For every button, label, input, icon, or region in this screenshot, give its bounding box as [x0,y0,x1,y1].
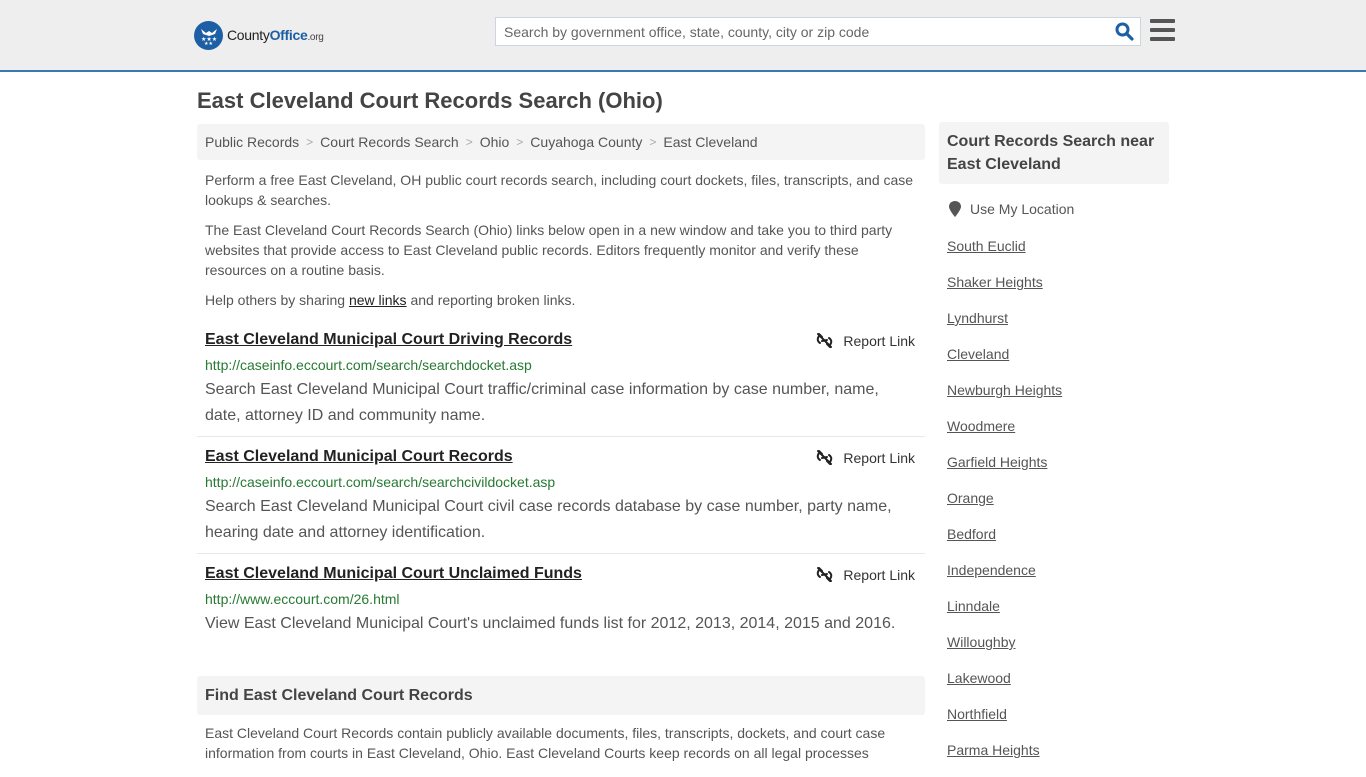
result-title-link[interactable]: East Cleveland Municipal Court Records [205,448,513,466]
breadcrumb: Public Records > Court Records Search > … [197,124,925,160]
broken-link-icon [817,567,833,582]
nearby-list: South Euclid Shaker Heights Lyndhurst Cl… [947,237,1062,777]
nearby-link-independence[interactable]: Independence [947,562,1036,578]
nearby-link-newburgh-heights[interactable]: Newburgh Heights [947,382,1062,398]
report-link-label: Report Link [843,566,915,583]
intro-text: and reporting broken links. [406,292,576,308]
result-item: East Cleveland Municipal Court Unclaimed… [197,565,925,645]
find-records-body: East Cleveland Court Records contain pub… [205,725,886,761]
intro-text: Help others by sharing [205,292,349,308]
nearby-item: Independence [947,561,1062,597]
result-description: View East Cleveland Municipal Court's un… [205,615,896,632]
breadcrumb-east-cleveland[interactable]: East Cleveland [663,134,757,150]
search-button[interactable] [1108,18,1140,45]
breadcrumb-court-records-search[interactable]: Court Records Search [320,134,459,150]
result-item: East Cleveland Municipal Court Driving R… [197,331,925,431]
nearby-link-garfield-heights[interactable]: Garfield Heights [947,454,1047,470]
result-title-link[interactable]: East Cleveland Municipal Court Unclaimed… [205,565,582,583]
nearby-link-lakewood[interactable]: Lakewood [947,670,1011,686]
search-input[interactable] [496,18,1108,45]
menu-bar [1150,28,1175,32]
broken-link-icon [817,333,833,348]
divider [197,436,925,437]
site-header: ★★★ ★★ CountyOffice.org [0,0,1366,72]
result-item: East Cleveland Municipal Court Records R… [197,448,925,548]
breadcrumb-ohio[interactable]: Ohio [480,134,510,150]
nearby-item: Willoughby [947,633,1062,669]
find-records-heading: Find East Cleveland Court Records [197,676,925,715]
result-url: http://caseinfo.eccourt.com/search/searc… [205,357,532,373]
intro-paragraph-1: Perform a free East Cleveland, OH public… [205,172,914,208]
nearby-item: Parma Heights [947,741,1062,777]
result-description: Search East Cleveland Municipal Court ci… [205,498,892,541]
nearby-item: Orange [947,489,1062,525]
nearby-link-parma-heights[interactable]: Parma Heights [947,742,1040,758]
nearby-link-cleveland[interactable]: Cleveland [947,346,1009,362]
sidebar-heading: Court Records Search near East Cleveland [939,122,1169,184]
nearby-link-woodmere[interactable]: Woodmere [947,418,1015,434]
breadcrumb-separator: > [649,135,657,149]
eagle-stars-icon: ★★★ ★★ [194,20,223,50]
nearby-item: South Euclid [947,237,1062,273]
nearby-item: Lyndhurst [947,309,1062,345]
breadcrumb-separator: > [465,135,473,149]
site-logo[interactable]: ★★★ ★★ CountyOffice.org [194,20,324,50]
nearby-link-northfield[interactable]: Northfield [947,706,1007,722]
page-title: East Cleveland Court Records Search (Ohi… [197,88,663,113]
result-url: http://caseinfo.eccourt.com/search/searc… [205,474,556,490]
report-link-button[interactable]: Report Link [816,449,915,466]
report-link-label: Report Link [843,332,915,349]
breadcrumb-public-records[interactable]: Public Records [205,134,299,150]
breadcrumb-separator: > [306,135,314,149]
nearby-link-bedford[interactable]: Bedford [947,526,996,542]
nearby-item: Bedford [947,525,1062,561]
nearby-link-shaker-heights[interactable]: Shaker Heights [947,274,1043,290]
menu-bar [1150,37,1175,41]
nearby-item: Linndale [947,597,1062,633]
result-title-link[interactable]: East Cleveland Municipal Court Driving R… [205,331,572,349]
search-icon [1115,22,1134,41]
report-link-label: Report Link [843,449,915,466]
divider [197,553,925,554]
intro-paragraph-3: Help others by sharing new links and rep… [205,290,920,310]
svg-text:★★: ★★ [204,41,213,46]
result-description: Search East Cleveland Municipal Court tr… [205,381,879,424]
nearby-item: Lakewood [947,669,1062,705]
nearby-link-linndale[interactable]: Linndale [947,598,1000,614]
nearby-link-willoughby[interactable]: Willoughby [947,634,1015,650]
new-links-link[interactable]: new links [349,292,407,308]
nearby-item: Cleveland [947,345,1062,381]
map-pin-icon [949,201,961,217]
nearby-item: Shaker Heights [947,273,1062,309]
report-link-button[interactable]: Report Link [816,566,915,583]
hamburger-menu-button[interactable] [1150,19,1175,41]
nearby-link-south-euclid[interactable]: South Euclid [947,238,1026,254]
breadcrumb-separator: > [516,135,524,149]
breadcrumb-cuyahoga-county[interactable]: Cuyahoga County [530,134,642,150]
nearby-item: Woodmere [947,417,1062,453]
broken-link-icon [817,450,833,465]
nearby-link-orange[interactable]: Orange [947,490,994,506]
nearby-item: Northfield [947,705,1062,741]
use-my-location: Use My Location [949,201,1074,217]
intro-paragraph-2: The East Cleveland Court Records Search … [205,222,893,278]
nearby-item: Newburgh Heights [947,381,1062,417]
menu-bar [1150,19,1175,23]
report-link-button[interactable]: Report Link [816,332,915,349]
logo-text: CountyOffice.org [227,27,324,43]
use-my-location-link[interactable]: Use My Location [970,201,1074,217]
nearby-link-lyndhurst[interactable]: Lyndhurst [947,310,1008,326]
search-bar [495,17,1141,46]
nearby-item: Garfield Heights [947,453,1062,489]
result-url: http://www.eccourt.com/26.html [205,591,400,607]
